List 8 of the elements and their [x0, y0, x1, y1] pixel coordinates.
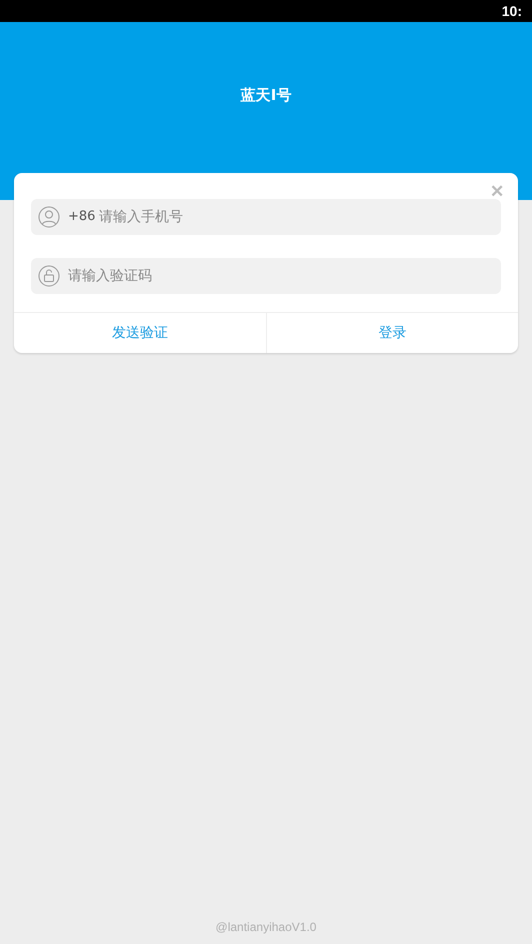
country-code: +86 — [68, 209, 96, 224]
app-title: 蓝天I号 — [240, 86, 292, 106]
login-button[interactable]: 登录 — [266, 313, 518, 353]
version-text: @lantianyihaoV1.0 — [216, 920, 316, 934]
close-button[interactable]: ✕ — [490, 183, 504, 201]
status-time: 10: — [502, 3, 522, 19]
code-field[interactable]: 请输入验证码 — [31, 258, 501, 294]
send-code-button[interactable]: 发送验证 — [14, 313, 266, 353]
